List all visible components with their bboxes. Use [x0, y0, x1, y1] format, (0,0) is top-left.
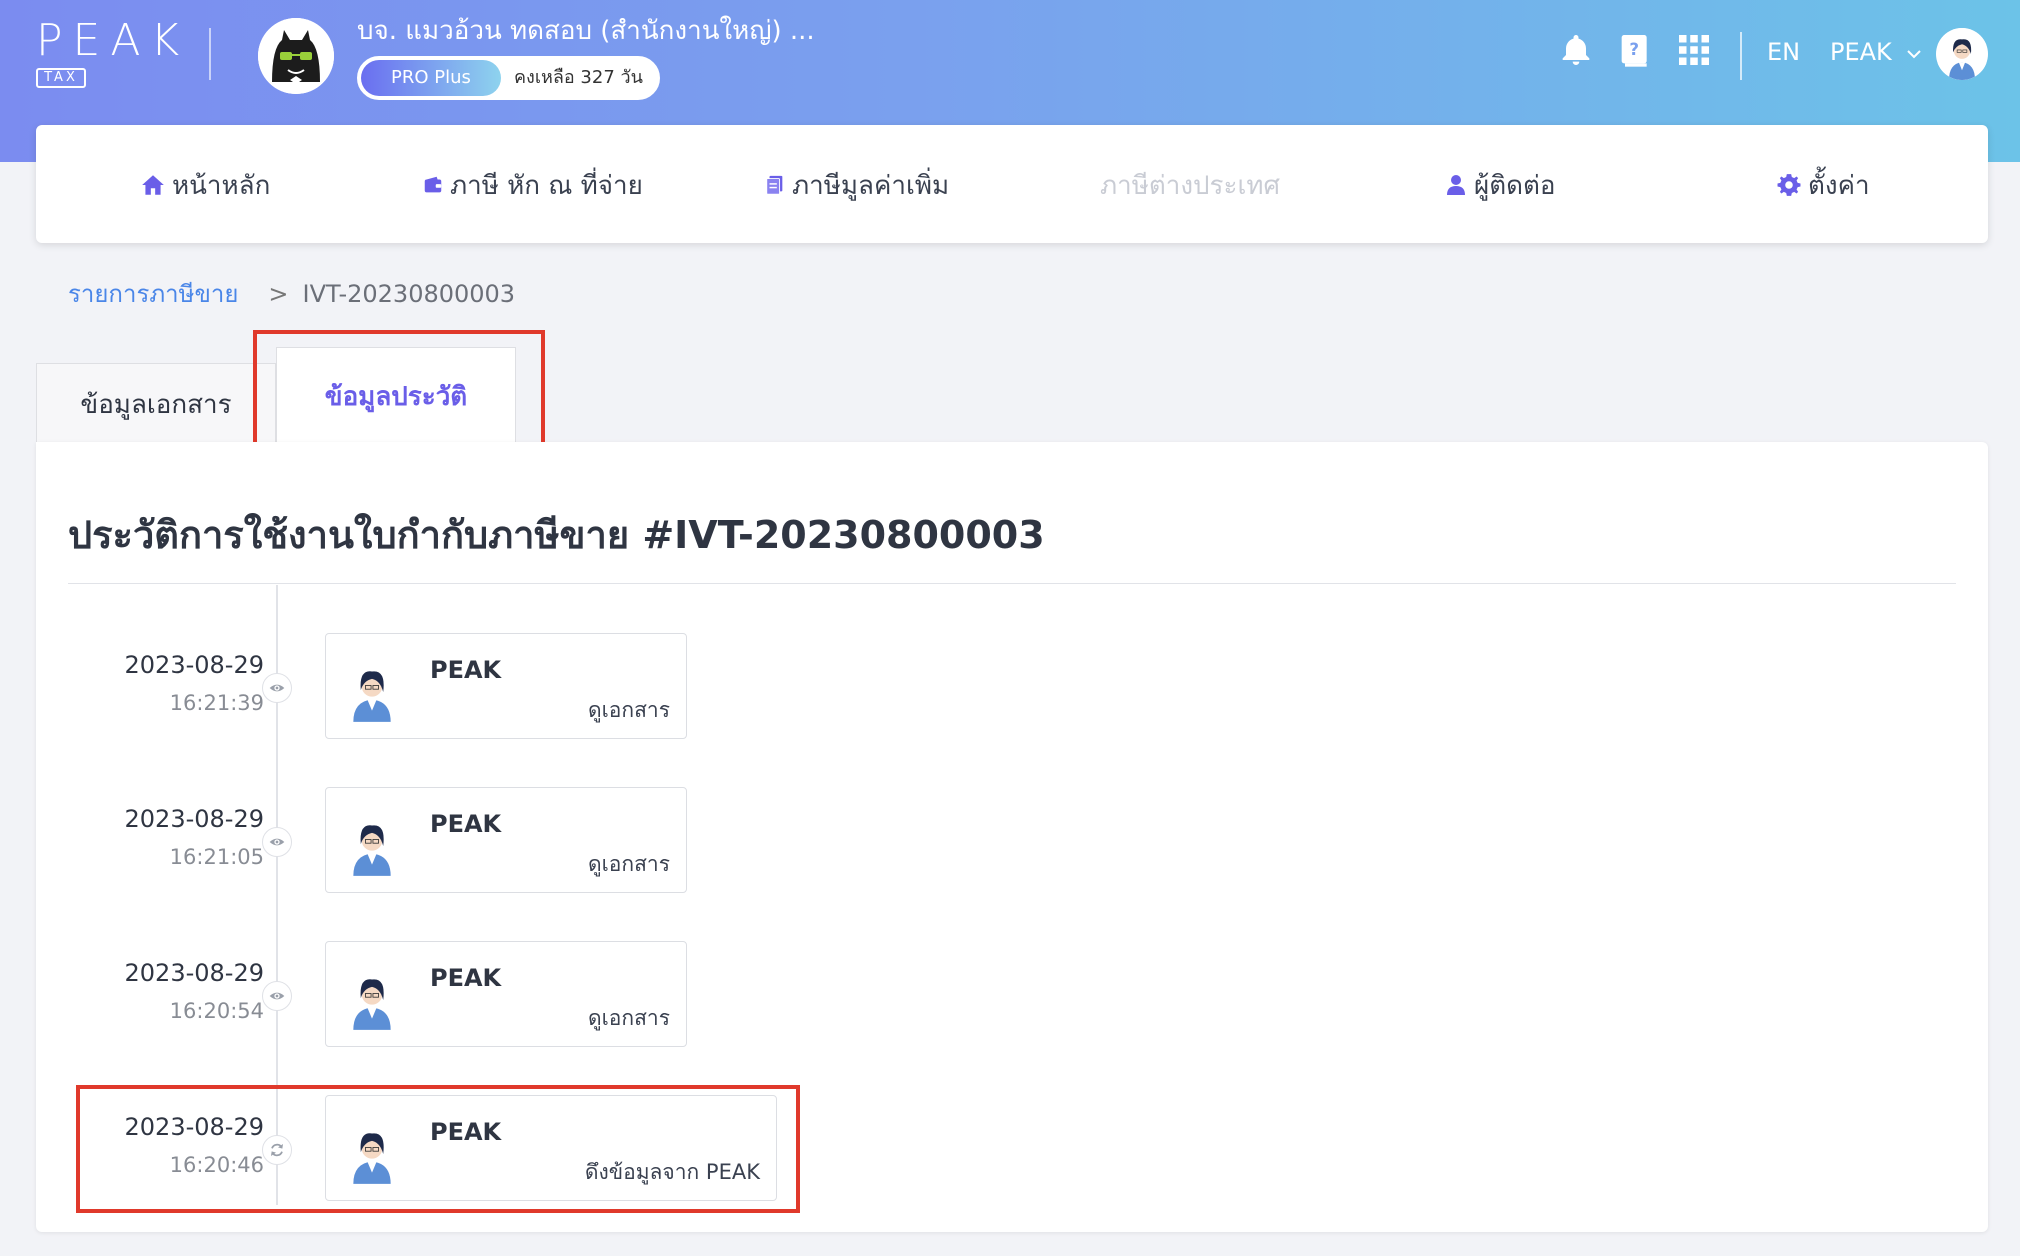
entry-user: PEAK — [430, 810, 502, 838]
help-book-icon[interactable]: ? — [1615, 30, 1655, 70]
entry-action: ดูเอกสาร — [587, 852, 670, 876]
breadcrumb-current: IVT-20230800003 — [302, 280, 516, 308]
wallet-icon — [424, 176, 442, 193]
tab-document-info[interactable]: ข้อมูลเอกสาร — [36, 363, 276, 445]
plan-remaining: คงเหลือ 327 วัน — [514, 67, 643, 88]
entry-date: 2023-08-29 — [124, 959, 264, 987]
entry-action: ดูเอกสาร — [587, 698, 670, 722]
apps-grid-icon[interactable] — [1674, 30, 1714, 70]
nav-settings[interactable]: ตั้งค่า — [1776, 165, 1870, 205]
document-icon — [766, 175, 783, 195]
nav-label: ตั้งค่า — [1808, 170, 1870, 201]
bell-icon[interactable] — [1556, 30, 1596, 70]
breadcrumb-parent[interactable]: รายการภาษีขาย — [68, 280, 238, 308]
language-switch[interactable]: EN — [1767, 38, 1800, 66]
nav-label: หน้าหลัก — [172, 170, 271, 201]
divider — [209, 28, 211, 80]
divider — [68, 583, 1956, 584]
highlight-box-entry — [76, 1085, 800, 1213]
entry-card: PEAK ดูเอกสาร — [325, 941, 687, 1047]
nav-vat[interactable]: ภาษีมูลค่าเพิ่ม — [764, 165, 949, 205]
entry-time: 16:20:54 — [169, 999, 264, 1023]
logo-word: PEAK — [36, 15, 190, 66]
svg-text:?: ? — [1629, 40, 1639, 59]
history-entry: 2023-08-29 16:21:05 PEAK ดูเอกสาร — [36, 787, 936, 895]
company-avatar[interactable] — [258, 18, 334, 94]
eye-icon — [262, 673, 292, 703]
user-avatar — [344, 662, 400, 722]
main-nav: หน้าหลัก ภาษี หัก ณ ที่จ่าย ภาษีมูลค่าเพ… — [36, 125, 1988, 243]
user-avatar — [344, 970, 400, 1030]
eye-icon — [262, 827, 292, 857]
nav-label: ภาษีต่างประเทศ — [1100, 170, 1281, 201]
peak-tax-logo[interactable]: PEAK TAX — [36, 18, 186, 90]
entry-date: 2023-08-29 — [124, 805, 264, 833]
entry-time: 16:21:39 — [169, 691, 264, 715]
user-menu[interactable]: PEAK — [1830, 38, 1892, 66]
entry-user: PEAK — [430, 964, 502, 992]
plan-pill[interactable]: PRO Plus คงเหลือ 327 วัน — [357, 56, 660, 100]
user-avatar — [344, 816, 400, 876]
entry-card: PEAK ดูเอกสาร — [325, 633, 687, 739]
history-entry: 2023-08-29 16:21:39 PEAK ดูเอกสาร — [36, 633, 936, 741]
eye-icon — [262, 981, 292, 1011]
tab-label: ข้อมูลเอกสาร — [80, 390, 232, 420]
entry-date: 2023-08-29 — [124, 651, 264, 679]
nav-withholding-tax[interactable]: ภาษี หัก ณ ที่จ่าย — [422, 165, 643, 205]
history-entry: 2023-08-29 16:20:54 PEAK ดูเอกสาร — [36, 941, 936, 1049]
gear-icon — [1777, 174, 1801, 196]
nav-foreign-tax: ภาษีต่างประเทศ — [1100, 165, 1280, 205]
nav-contacts[interactable]: ผู้ติดต่อ — [1444, 165, 1556, 205]
plan-badge: PRO Plus — [361, 60, 501, 96]
page-title: ประวัติการใช้งานใบกำกับภาษีขาย #IVT-2023… — [68, 513, 1045, 557]
user-avatar[interactable] — [1936, 28, 1988, 80]
nav-label: ภาษี หัก ณ ที่จ่าย — [450, 170, 643, 201]
entry-time: 16:21:05 — [169, 845, 264, 869]
home-icon — [142, 175, 164, 195]
nav-label: ผู้ติดต่อ — [1474, 170, 1556, 201]
divider — [1740, 32, 1742, 80]
entry-action: ดูเอกสาร — [587, 1006, 670, 1030]
breadcrumb-separator: > — [268, 280, 289, 308]
person-icon — [1447, 175, 1465, 195]
nav-label: ภาษีมูลค่าเพิ่ม — [792, 170, 950, 201]
company-name[interactable]: บจ. แมวอ้วน ทดสอบ (สำนักงานใหญ่) ... — [357, 10, 815, 51]
logo-sub: TAX — [36, 68, 86, 88]
entry-card: PEAK ดูเอกสาร — [325, 787, 687, 893]
chevron-down-icon[interactable] — [1904, 44, 1924, 64]
entry-user: PEAK — [430, 656, 502, 684]
nav-home[interactable]: หน้าหลัก — [140, 165, 270, 205]
breadcrumb: รายการภาษีขาย > IVT-20230800003 — [68, 274, 515, 313]
